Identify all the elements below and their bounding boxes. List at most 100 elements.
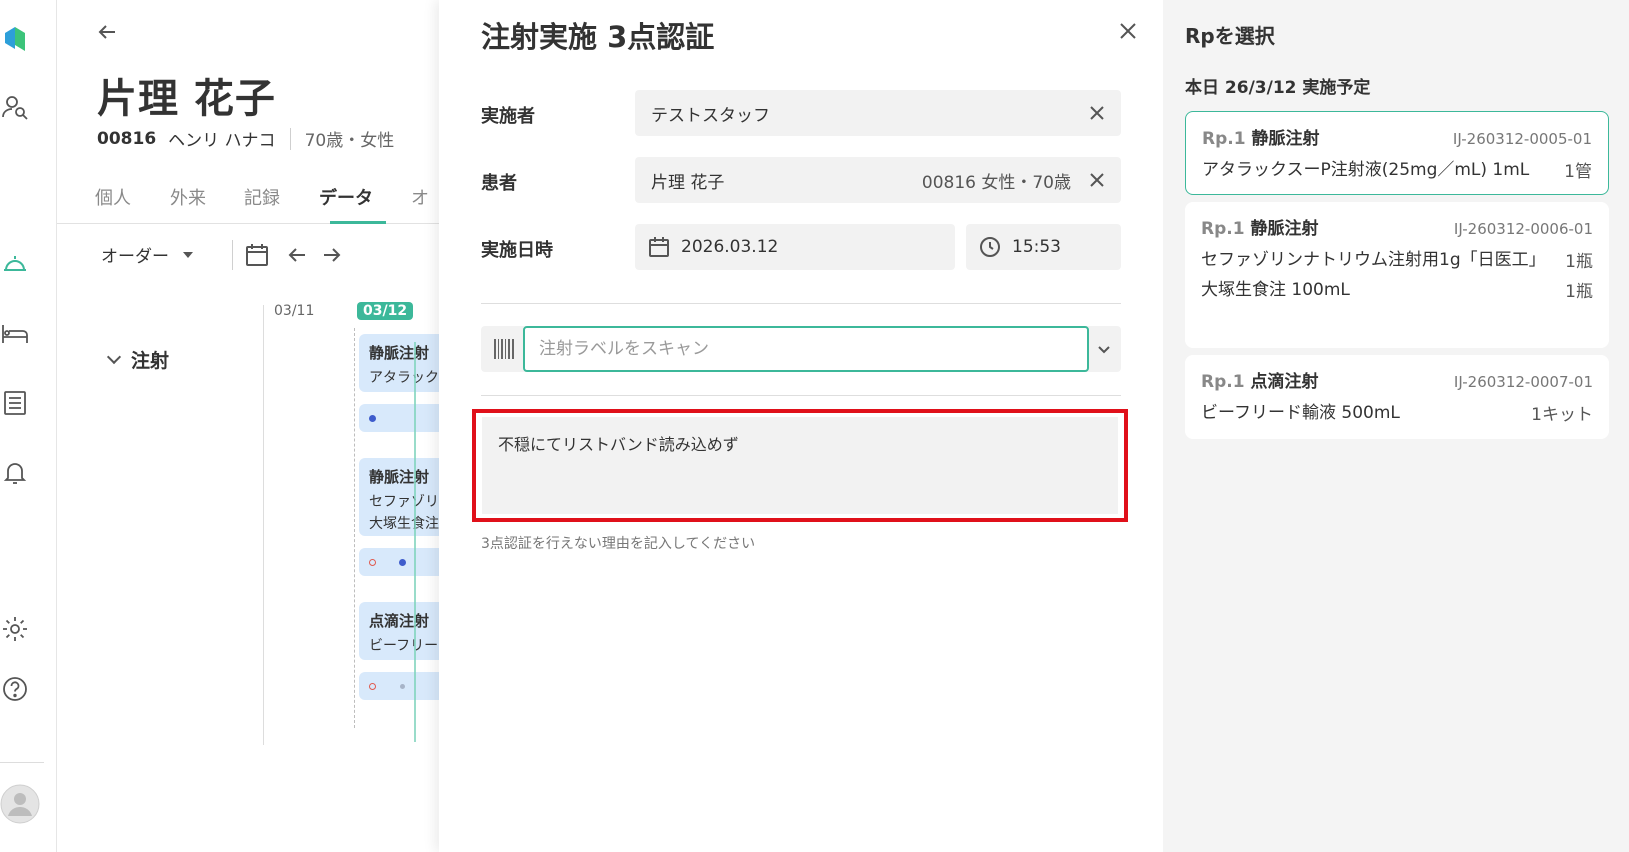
card-title: 静脈注射 [369,344,430,362]
avatar-icon[interactable] [0,784,40,824]
rp-drug-line: ビーフリード輸液 500mL 1キット [1201,400,1593,426]
drug-qty: 1瓶 [1565,282,1593,303]
divider [481,395,1121,396]
performer-value: テストスタッフ [651,105,770,126]
patient-subline: 00816 ヘンリ ハナコ 70歳・女性 [97,126,394,151]
tab-records[interactable]: 記録 [244,184,280,210]
scan-label-input[interactable] [523,326,1089,372]
prev-arrow-icon[interactable] [284,242,310,268]
section-injection[interactable]: 注射 [106,346,170,373]
status-row[interactable] [359,404,439,432]
caret-down-icon [183,251,193,258]
timeline-card[interactable]: 点滴注射 ビーフリー [359,602,439,660]
notification-bell-icon[interactable] [0,458,30,488]
status-dot [369,559,376,566]
calendar-icon[interactable] [244,242,270,268]
nav-rail [0,0,57,852]
rp-drug-line: 大塚生食注 100mL 1瓶 [1201,277,1593,303]
card-title: 静脈注射 [369,468,430,486]
day-gridline-dashed [354,328,355,728]
reason-textarea[interactable]: 不穏にてリストバンド読み込めず [482,417,1118,514]
rp-panel-title: Rpを選択 [1185,24,1275,48]
clear-icon[interactable] [1085,168,1109,192]
rp-card-header: Rp.1 静脈注射 IJ-260312-0005-01 [1202,124,1592,149]
drug-qty: 1瓶 [1565,252,1593,272]
timeline-card[interactable]: 静脈注射 セファゾリ 大塚生食注 [359,458,439,536]
timeline-card[interactable]: 静脈注射 アタラック [359,334,439,392]
list-icon[interactable] [0,388,30,418]
drug-qty: 1管 [1564,162,1592,182]
rp-card[interactable]: Rp.1 静脈注射 IJ-260312-0006-01 セファゾリンナトリウム注射… [1185,202,1609,348]
date-today-badge: 03/12 [357,302,414,320]
rp-today-label: 本日 26/3/12 実施予定 [1185,78,1371,98]
gear-icon[interactable] [0,614,30,644]
chevron-down-icon [106,349,122,364]
rp-code: IJ-260312-0005-01 [1452,130,1592,148]
rp-drug-line: アタラックスーP注射液(25mg／mL) 1mL 1管 [1202,157,1592,183]
patient-tabs: 個人 外来 記録 データ オ [57,176,439,224]
patient-view: 片理 花子 00816 ヘンリ ハナコ 70歳・女性 個人 外来 記録 データ … [57,0,439,852]
time-field[interactable]: 15:53 [966,224,1121,270]
rail-divider [0,762,44,763]
rp-number: Rp.1 [1202,129,1246,149]
performer-field[interactable]: テストスタッフ [635,90,1121,136]
rp-card[interactable]: Rp.1 静脈注射 IJ-260312-0005-01 アタラックスーP注射液(2… [1185,111,1609,195]
help-icon[interactable] [0,674,30,704]
modal-main: 注射実施 3点認証 実施者 テストスタッフ 患者 片理 花子 00816 女性・… [439,0,1163,852]
drug-name: ビーフリード輸液 500mL [1201,403,1400,423]
active-tab-indicator [330,221,386,224]
tab-data[interactable]: データ [319,184,373,210]
patient-kana: ヘンリ ハナコ [168,131,276,151]
drug-name: アタラックスーP注射液(25mg／mL) 1mL [1202,160,1530,180]
tab-personal[interactable]: 個人 [95,184,131,210]
section-label: 注射 [131,350,170,372]
toolbar-divider [232,240,233,270]
status-dot [400,684,405,689]
date-value: 2026.03.12 [681,237,779,257]
injection-auth-modal: 注射実施 3点認証 実施者 テストスタッフ 患者 片理 花子 00816 女性・… [439,0,1629,852]
next-arrow-icon[interactable] [319,242,345,268]
drug-name: セファゾリンナトリウム注射用1g「日医工」 [1201,250,1546,270]
order-dropdown-label: オーダー [101,247,169,267]
calendar-icon [649,237,669,257]
status-dot [369,683,376,690]
performer-label: 実施者 [481,106,535,127]
status-dot [399,559,406,566]
current-time-line [414,342,416,742]
scan-row [481,326,1121,372]
rp-card[interactable]: Rp.1 点滴注射 IJ-260312-0007-01 ビーフリード輸液 500m… [1185,355,1609,439]
app-logo-icon[interactable] [0,24,30,54]
reason-highlight: 不穏にてリストバンド読み込めず [472,409,1128,522]
rp-code: IJ-260312-0006-01 [1453,220,1593,238]
chevron-down-icon[interactable] [1095,340,1113,358]
rp-number: Rp.1 [1201,372,1245,392]
rp-number: Rp.1 [1201,219,1245,239]
card-line: セファゾリ [369,494,439,510]
reason-hint: 3点認証を行えない理由を記入してください [481,536,756,552]
date-field[interactable]: 2026.03.12 [635,224,955,270]
date-prev: 03/11 [274,303,315,319]
patient-meta: 00816 女性・70歳 [921,172,1071,193]
status-dot [369,415,376,422]
status-row[interactable] [359,548,439,576]
back-arrow-icon[interactable] [95,20,119,44]
datetime-label: 実施日時 [481,240,553,261]
patient-value: 片理 花子 [651,172,725,193]
order-dropdown[interactable]: オーダー [101,242,193,267]
tab-outpatient[interactable]: 外来 [170,184,206,210]
bell-rest-icon[interactable] [0,249,30,279]
bed-icon[interactable] [0,318,30,348]
drug-name: 大塚生食注 100mL [1201,280,1350,301]
rp-select-panel: Rpを選択 本日 26/3/12 実施予定 Rp.1 静脈注射 IJ-260312… [1163,0,1629,852]
rp-code: IJ-260312-0007-01 [1453,373,1593,391]
status-row[interactable] [359,672,439,700]
tab-order[interactable]: オ [411,184,429,210]
patient-search-icon[interactable] [0,92,30,122]
card-title: 点滴注射 [369,612,430,630]
patient-name: 片理 花子 [97,76,276,122]
clock-icon [980,237,1000,257]
patient-field[interactable]: 片理 花子 00816 女性・70歳 [635,157,1121,203]
clear-icon[interactable] [1085,101,1109,125]
close-icon[interactable] [1115,18,1141,44]
divider [481,303,1121,304]
